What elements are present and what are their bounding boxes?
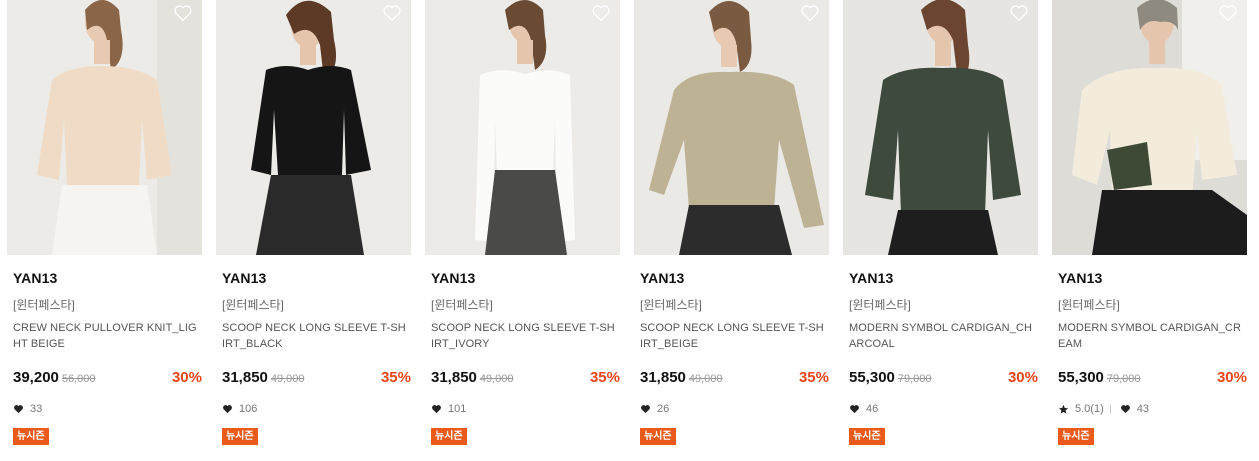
meta-divider (1109, 404, 1111, 414)
sale-price: 55,300 79,000 (1058, 369, 1141, 386)
discount-rate: 30% (1007, 369, 1038, 386)
original-price: 79,000 (897, 373, 932, 385)
product-name[interactable]: CREW NECK PULLOVER KNIT_LIGHT BEIGE (13, 320, 199, 352)
new-season-badge: 뉴시즌 (1058, 428, 1094, 445)
star-icon (1058, 404, 1069, 414)
sale-price-value: 39,200 (13, 369, 59, 386)
product-image[interactable] (1052, 0, 1247, 255)
like-heart-icon (431, 404, 442, 414)
brand-name[interactable]: YAN13 (640, 270, 684, 286)
original-price: 79,000 (1106, 373, 1141, 385)
new-season-badge: 뉴시즌 (849, 428, 885, 445)
like-count: 106 (239, 403, 258, 415)
discount-rate: 35% (380, 369, 411, 386)
brand-name[interactable]: YAN13 (431, 270, 475, 286)
product-image[interactable] (843, 0, 1038, 255)
product-name[interactable]: MODERN SYMBOL CARDIGAN_CHARCOAL (849, 320, 1035, 352)
promo-tag: [윈터페스타] (222, 298, 284, 312)
sale-price-value: 55,300 (1058, 369, 1104, 386)
sale-price-value: 31,850 (431, 369, 477, 386)
wishlist-heart-icon[interactable] (173, 4, 193, 22)
promo-tag: [윈터페스타] (849, 298, 911, 312)
product-card[interactable]: YAN13 [윈터페스타] SCOOP NECK LONG SLEEVE T-S… (216, 0, 411, 461)
brand-name[interactable]: YAN13 (849, 270, 893, 286)
new-season-badge: 뉴시즌 (640, 428, 676, 445)
product-card[interactable]: YAN13 [윈터페스타] SCOOP NECK LONG SLEEVE T-S… (425, 0, 620, 461)
original-price: 49,000 (479, 373, 514, 385)
like-heart-icon (222, 404, 233, 414)
promo-tag: [윈터페스타] (13, 298, 75, 312)
like-count: 43 (1136, 403, 1149, 415)
sale-price: 31,850 49,000 (222, 369, 305, 386)
product-meta: 106 (222, 403, 257, 415)
product-card[interactable]: YAN13 [윈터페스타] MODERN SYMBOL CARDIGAN_CRE… (1052, 0, 1247, 461)
new-season-badge: 뉴시즌 (222, 428, 258, 445)
brand-name[interactable]: YAN13 (13, 270, 57, 286)
sale-price-value: 55,300 (849, 369, 895, 386)
brand-name[interactable]: YAN13 (1058, 270, 1102, 286)
like-heart-icon (640, 404, 651, 414)
sale-price-value: 31,850 (640, 369, 686, 386)
new-season-badge: 뉴시즌 (431, 428, 467, 445)
product-meta: 26 (640, 403, 669, 415)
like-count: 33 (30, 403, 43, 415)
product-name[interactable]: SCOOP NECK LONG SLEEVE T-SHIRT_BLACK (222, 320, 408, 352)
product-image[interactable] (634, 0, 829, 255)
discount-rate: 30% (1216, 369, 1247, 386)
original-price: 56,000 (61, 373, 96, 385)
sale-price: 31,850 49,000 (640, 369, 723, 386)
product-image[interactable] (7, 0, 202, 255)
sale-price: 55,300 79,000 (849, 369, 932, 386)
like-count: 101 (448, 403, 467, 415)
promo-tag: [윈터페스타] (431, 298, 493, 312)
product-meta: 46 (849, 403, 878, 415)
discount-rate: 30% (171, 369, 202, 386)
wishlist-heart-icon[interactable] (1218, 4, 1238, 22)
new-season-badge: 뉴시즌 (13, 428, 49, 445)
like-heart-icon (849, 404, 860, 414)
like-count: 46 (866, 403, 879, 415)
sale-price-value: 31,850 (222, 369, 268, 386)
product-card[interactable]: YAN13 [윈터페스타] SCOOP NECK LONG SLEEVE T-S… (634, 0, 829, 461)
brand-name[interactable]: YAN13 (222, 270, 266, 286)
product-name[interactable]: MODERN SYMBOL CARDIGAN_CREAM (1058, 320, 1244, 352)
rating-value: 5.0(1) (1075, 403, 1104, 415)
product-image[interactable] (216, 0, 411, 255)
promo-tag: [윈터페스타] (640, 298, 702, 312)
original-price: 49,000 (270, 373, 305, 385)
wishlist-heart-icon[interactable] (382, 4, 402, 22)
product-meta: 5.0(1) 43 (1058, 403, 1149, 415)
product-card[interactable]: YAN13 [윈터페스타] CREW NECK PULLOVER KNIT_LI… (7, 0, 202, 461)
product-name[interactable]: SCOOP NECK LONG SLEEVE T-SHIRT_IVORY (431, 320, 617, 352)
product-image[interactable] (425, 0, 620, 255)
promo-tag: [윈터페스타] (1058, 298, 1120, 312)
wishlist-heart-icon[interactable] (591, 4, 611, 22)
original-price: 49,000 (688, 373, 723, 385)
wishlist-heart-icon[interactable] (800, 4, 820, 22)
sale-price: 31,850 49,000 (431, 369, 514, 386)
like-heart-icon (13, 404, 24, 414)
like-count: 26 (657, 403, 670, 415)
sale-price: 39,200 56,000 (13, 369, 96, 386)
discount-rate: 35% (589, 369, 620, 386)
product-card[interactable]: YAN13 [윈터페스타] MODERN SYMBOL CARDIGAN_CHA… (843, 0, 1038, 461)
product-grid: YAN13 [윈터페스타] CREW NECK PULLOVER KNIT_LI… (0, 0, 1259, 461)
discount-rate: 35% (798, 369, 829, 386)
product-name[interactable]: SCOOP NECK LONG SLEEVE T-SHIRT_BEIGE (640, 320, 826, 352)
wishlist-heart-icon[interactable] (1009, 4, 1029, 22)
product-meta: 33 (13, 403, 42, 415)
product-meta: 101 (431, 403, 466, 415)
like-heart-icon (1120, 404, 1131, 414)
